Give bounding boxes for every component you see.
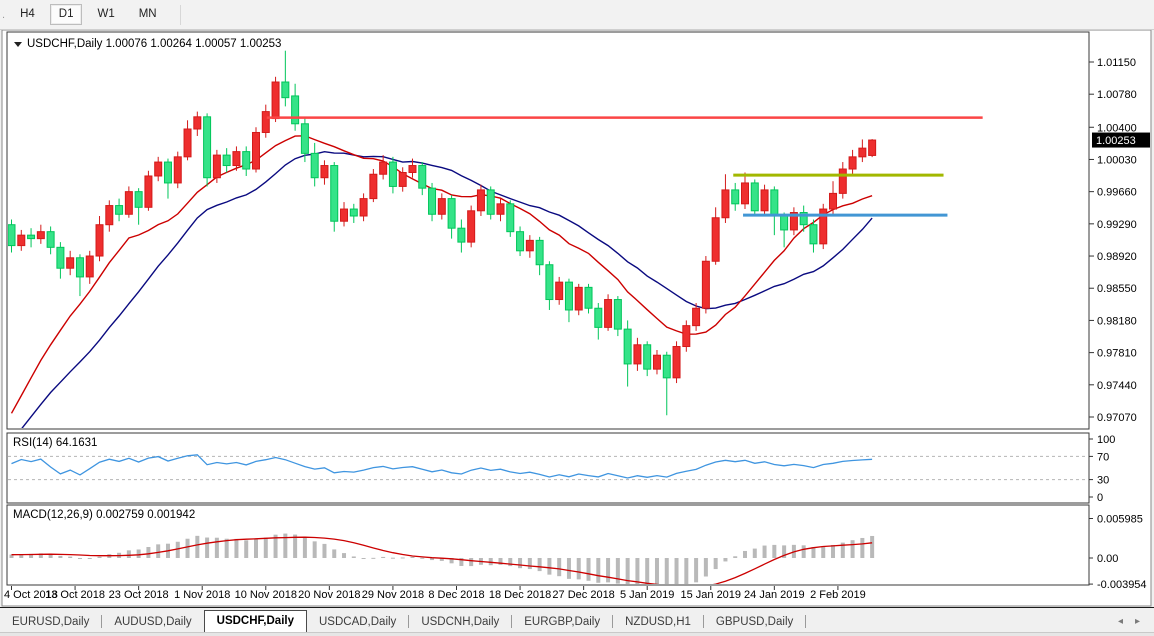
price-tick-label: 1.00030 (1097, 154, 1137, 166)
tab-audusd[interactable]: AUDUSD,Daily (102, 612, 203, 633)
rsi-tick-label: 70 (1097, 451, 1109, 463)
rsi-panel[interactable] (7, 433, 1089, 503)
tabs-scroll-left-icon[interactable]: ◂ (1118, 616, 1123, 627)
symbol-tabs: EURUSD,DailyAUDUSD,DailyUSDCHF,DailyUSDC… (0, 610, 806, 633)
price-tick-label: 1.01150 (1097, 57, 1136, 69)
price-tick-label: 0.98180 (1097, 315, 1137, 327)
timeframe-button-h4[interactable]: H4 (11, 4, 44, 26)
price-tick-label: 0.99660 (1097, 187, 1137, 199)
date-label: 5 Jan 2019 (620, 589, 674, 601)
symbol-tabbar: EURUSD,DailyAUDUSD,DailyUSDCHF,DailyUSDC… (0, 607, 1154, 633)
macd-tick-label: -0.003954 (1097, 579, 1147, 591)
date-label: 2 Feb 2019 (810, 589, 866, 601)
tab-usdcnh[interactable]: USDCNH,Daily (409, 612, 511, 633)
timeframe-button-d1[interactable]: D1 (50, 4, 83, 26)
macd-tick-label: 0.00 (1097, 553, 1118, 565)
timeframe-buttons: H4 D1W1 MN (5, 4, 166, 26)
price-tick-label: 0.97070 (1097, 412, 1137, 424)
rsi-tick-label: 30 (1097, 475, 1109, 487)
price-tick-label: 0.98550 (1097, 283, 1137, 295)
timeframe-toolbar: . H4D1W1MN (0, 0, 1154, 30)
status-strip (0, 632, 1154, 636)
tab-gbpusd[interactable]: GBPUSD,Daily (704, 612, 805, 633)
date-label: 23 Oct 2018 (109, 589, 169, 601)
date-label: 13 Oct 2018 (45, 589, 105, 601)
tab-usdchf[interactable]: USDCHF,Daily (204, 610, 307, 634)
timeframe-button-mn[interactable]: MN (130, 4, 166, 26)
macd-tick-label: 0.005985 (1097, 513, 1143, 525)
current-price-label: 1.00253 (1096, 135, 1136, 147)
price-tick-label: 0.99290 (1097, 219, 1137, 231)
date-label: 20 Nov 2018 (298, 589, 360, 601)
chart-window[interactable]: 1.01150 1.00780 1.00400 1.00030 0.99660 0.992… (0, 30, 1154, 607)
date-label: 15 Jan 2019 (680, 589, 741, 601)
tab-eurgbp[interactable]: EURGBP,Daily (512, 612, 612, 633)
terminal-window: { "toolbar": { "overflow_mark": ".", "bu… (0, 0, 1154, 635)
chart-title[interactable]: USDCHF,Daily 1.00076 1.00264 1.00057 1.0… (14, 38, 281, 50)
price-tick-label: 1.00400 (1097, 122, 1137, 134)
main-chart-panel[interactable] (7, 32, 1089, 429)
tab-eurusd[interactable]: EURUSD,Daily (0, 612, 101, 633)
date-label: 10 Nov 2018 (235, 589, 297, 601)
price-tick-label: 0.97440 (1097, 380, 1137, 392)
chart-title-text: USDCHF,Daily 1.00076 1.00264 1.00057 1.0… (27, 38, 281, 50)
rsi-title: RSI(14) 64.1631 (13, 437, 97, 449)
price-tick-label: 0.98920 (1097, 251, 1137, 263)
date-label: 8 Dec 2018 (428, 589, 484, 601)
rsi-tick-label: 100 (1097, 434, 1115, 446)
tab-separator (805, 615, 806, 628)
tab-nzdusd[interactable]: NZDUSD,H1 (613, 612, 703, 633)
date-label: 24 Jan 2019 (744, 589, 805, 601)
rsi-tick-label: 0 (1097, 492, 1103, 504)
price-tick-label: 0.97810 (1097, 348, 1137, 360)
tab-usdcad[interactable]: USDCAD,Daily (307, 612, 408, 633)
timeframe-button-w1[interactable]: W1 (88, 4, 123, 26)
date-label: 18 Dec 2018 (489, 589, 551, 601)
price-tick-label: 1.00780 (1097, 89, 1137, 101)
toolbar-separator (180, 5, 181, 25)
date-label: 1 Nov 2018 (174, 589, 230, 601)
chart-svg[interactable]: 1.01150 1.00780 1.00400 1.00030 0.99660 0.992… (0, 30, 1154, 607)
macd-title: MACD(12,26,9) 0.002759 0.001942 (13, 509, 195, 521)
date-label: 27 Dec 2018 (552, 589, 614, 601)
tabs-scroll-right-icon[interactable]: ▸ (1135, 616, 1140, 627)
date-label: 29 Nov 2018 (362, 589, 424, 601)
